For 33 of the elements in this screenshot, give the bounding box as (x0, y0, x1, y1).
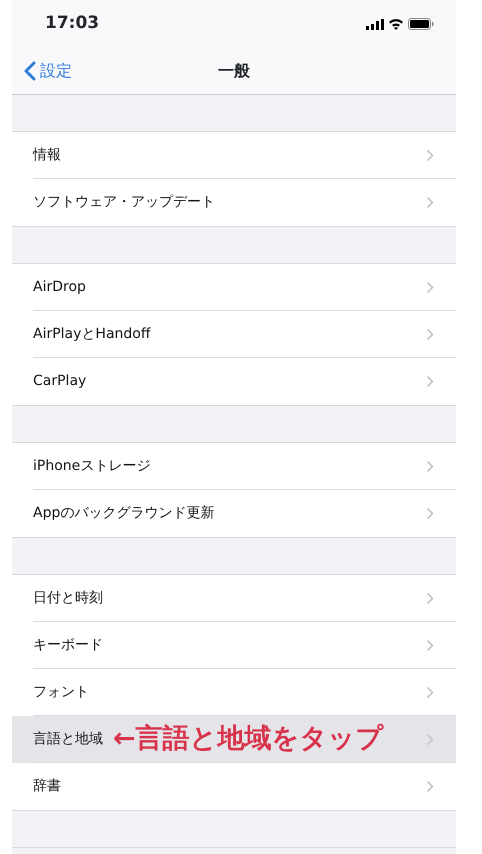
chevron-icon (426, 780, 434, 793)
chevron-icon (426, 281, 434, 294)
chevron-icon (426, 196, 434, 209)
chevron-icon (426, 149, 434, 162)
signal-icon (366, 18, 384, 30)
row-label: Appのバックグラウンド更新 (33, 504, 214, 523)
battery-icon (408, 18, 434, 30)
row-label: 日付と時刻 (33, 589, 103, 608)
chevron-icon (426, 460, 434, 473)
back-button[interactable]: 設定 (12, 59, 72, 83)
row-label: ソフトウェア・アップデート (33, 193, 215, 212)
row-label: iPhoneストレージ (33, 457, 150, 476)
back-chevron-icon (24, 61, 36, 81)
chevron-icon (426, 686, 434, 699)
row-label: キーボード (33, 636, 103, 655)
chevron-icon (426, 639, 434, 652)
row-label: フォント (33, 683, 89, 702)
status-time: 17:03 (45, 12, 100, 36)
row-label: 辞書 (33, 777, 61, 796)
row-label: CarPlay (33, 372, 86, 391)
chevron-icon (426, 375, 434, 388)
chevron-icon (426, 592, 434, 605)
chevron-icon (426, 733, 434, 746)
chevron-icon (426, 328, 434, 341)
nav-title: 一般 (218, 60, 250, 82)
row-label: 情報 (33, 146, 61, 165)
wifi-icon (388, 18, 404, 30)
row-label: AirPlayとHandoff (33, 325, 150, 344)
settings-row[interactable]: 言語と地域 ←言語と地域をタップ (12, 716, 456, 763)
annotation-text: ←言語と地域をタップ (113, 722, 384, 756)
row-label: AirDrop (33, 278, 86, 297)
chevron-icon (426, 507, 434, 520)
row-label: 言語と地域 (33, 730, 103, 749)
